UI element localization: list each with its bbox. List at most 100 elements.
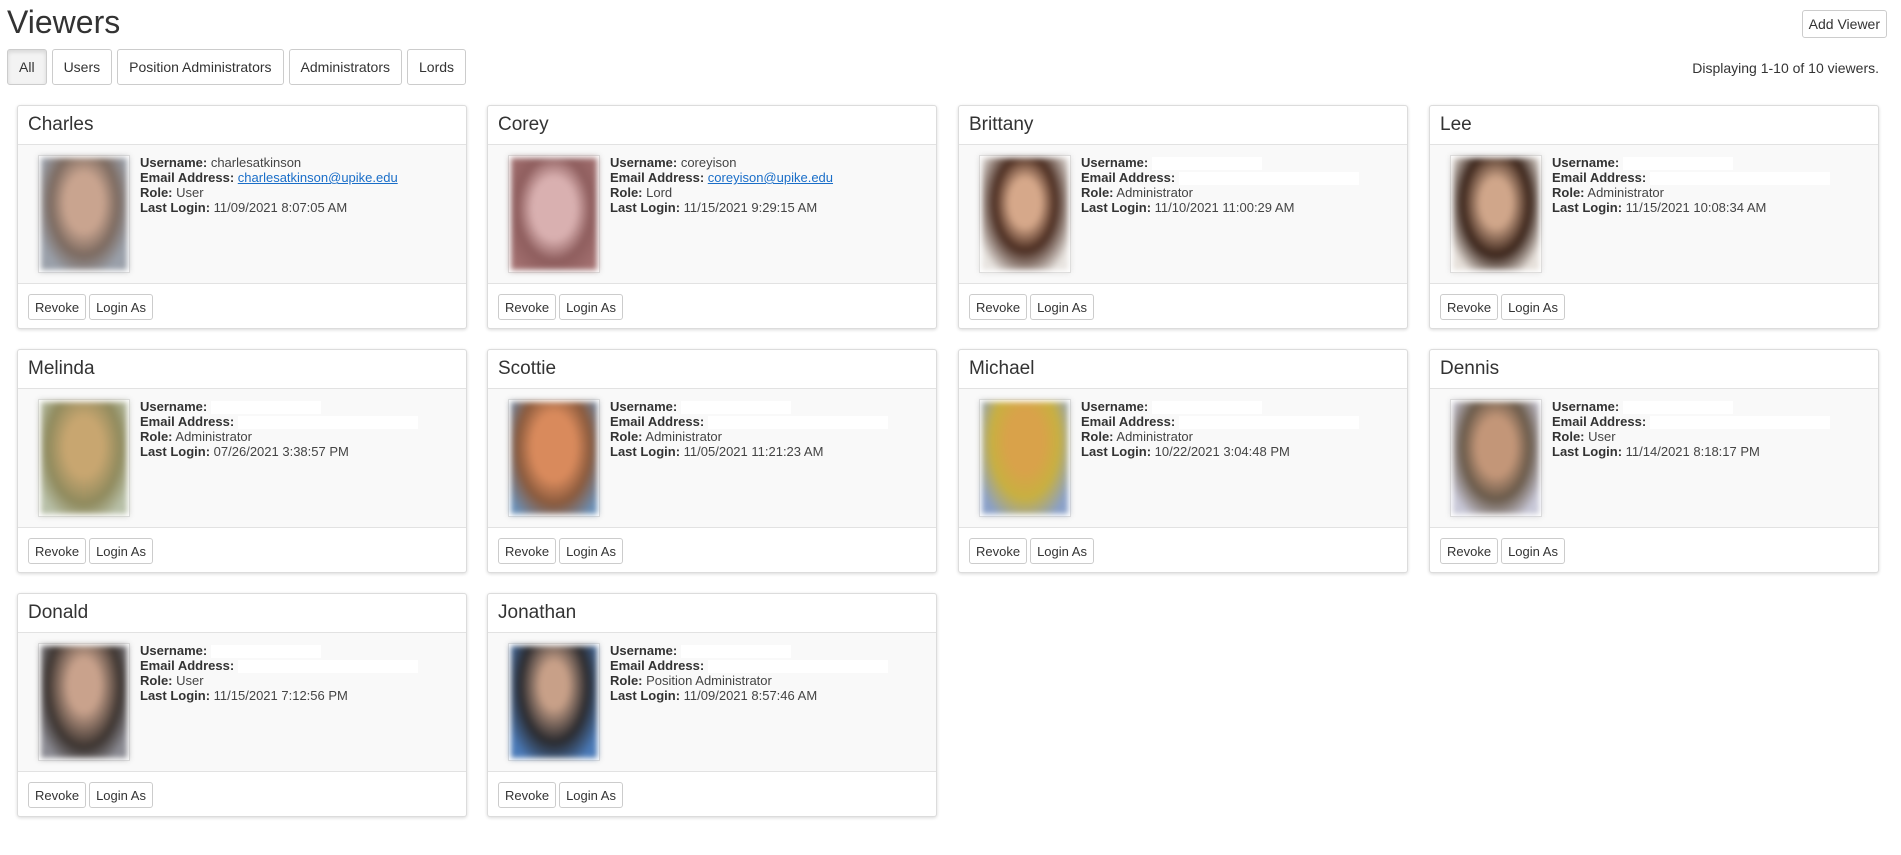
avatar bbox=[38, 399, 130, 517]
login-as-button[interactable]: Login As bbox=[1501, 294, 1565, 320]
viewer-actions: Revoke Login As bbox=[18, 284, 466, 328]
role-label: Role: bbox=[140, 429, 173, 445]
last-login-value: 11/09/2021 8:07:05 AM bbox=[213, 200, 348, 215]
filter-users-button[interactable]: Users bbox=[51, 49, 113, 85]
viewer-actions: Revoke Login As bbox=[18, 772, 466, 816]
login-as-button[interactable]: Login As bbox=[89, 782, 153, 808]
email-label: Email Address: bbox=[610, 414, 705, 430]
profile-photo bbox=[41, 402, 127, 514]
last-login-value: 11/14/2021 8:18:17 PM bbox=[1625, 444, 1760, 460]
email-label: Email Address: bbox=[1552, 170, 1647, 186]
revoke-button[interactable]: Revoke bbox=[969, 294, 1028, 320]
email-link[interactable]: charlesatkinson@upike.edu bbox=[238, 170, 398, 185]
last-login-label: Last Login: bbox=[610, 688, 681, 704]
viewer-name: Jonathan bbox=[488, 594, 936, 633]
viewer-card: Jonathan Username: Email Address: Role: … bbox=[487, 593, 937, 817]
login-as-button[interactable]: Login As bbox=[1030, 294, 1094, 320]
redacted-email bbox=[1178, 416, 1359, 430]
role-value: User bbox=[176, 185, 204, 200]
role-value: Lord bbox=[646, 185, 673, 200]
revoke-button[interactable]: Revoke bbox=[969, 538, 1028, 564]
redacted-username bbox=[680, 401, 791, 415]
email-label: Email Address: bbox=[140, 658, 235, 674]
username-label: Username: bbox=[140, 399, 208, 414]
revoke-button[interactable]: Revoke bbox=[498, 294, 557, 320]
last-login-value: 11/15/2021 7:12:56 PM bbox=[213, 688, 348, 704]
viewer-details: Username: Email Address: Role: User Last… bbox=[18, 633, 466, 772]
avatar bbox=[1450, 399, 1542, 517]
role-label: Role: bbox=[1552, 429, 1585, 445]
filter-administrators-button[interactable]: Administrators bbox=[288, 49, 402, 85]
profile-photo bbox=[511, 402, 597, 514]
role-value: Position Administrator bbox=[646, 673, 772, 689]
role-value: Administrator bbox=[1116, 429, 1193, 445]
page-title: Viewers bbox=[7, 4, 121, 40]
avatar bbox=[979, 155, 1071, 273]
revoke-button[interactable]: Revoke bbox=[498, 782, 557, 808]
revoke-button[interactable]: Revoke bbox=[1440, 538, 1499, 564]
redacted-email bbox=[237, 416, 418, 430]
avatar bbox=[508, 399, 600, 517]
username-label: Username: bbox=[610, 643, 678, 658]
viewer-name: Melinda bbox=[18, 350, 466, 389]
add-viewer-button[interactable]: Add Viewer bbox=[1801, 10, 1887, 38]
display-count: Displaying 1-10 of 10 viewers. bbox=[1692, 60, 1879, 76]
viewer-name: Scottie bbox=[488, 350, 936, 389]
login-as-button[interactable]: Login As bbox=[89, 538, 153, 564]
role-label: Role: bbox=[610, 673, 643, 689]
email-label: Email Address: bbox=[1081, 170, 1176, 186]
last-login-label: Last Login: bbox=[1081, 200, 1152, 216]
viewer-card: Lee Username: Email Address: Role: Admin… bbox=[1429, 105, 1879, 329]
email-label: Email Address: bbox=[1552, 414, 1647, 430]
viewer-card: Melinda Username: Email Address: Role: A… bbox=[17, 349, 467, 573]
login-as-button[interactable]: Login As bbox=[559, 538, 623, 564]
last-login-value: 11/10/2021 11:00:29 AM bbox=[1154, 200, 1295, 216]
last-login-label: Last Login: bbox=[1081, 444, 1152, 460]
viewer-card: Corey Username: coreyison Email Address:… bbox=[487, 105, 937, 329]
viewer-actions: Revoke Login As bbox=[488, 772, 936, 816]
last-login-value: 11/09/2021 8:57:46 AM bbox=[683, 688, 818, 704]
email-label: Email Address: bbox=[140, 414, 235, 430]
redacted-username bbox=[1151, 157, 1262, 171]
revoke-button[interactable]: Revoke bbox=[1440, 294, 1499, 320]
login-as-button[interactable]: Login As bbox=[89, 294, 153, 320]
profile-photo bbox=[511, 158, 597, 270]
email-link[interactable]: coreyison@upike.edu bbox=[708, 170, 833, 185]
viewer-card: Donald Username: Email Address: Role: Us… bbox=[17, 593, 467, 817]
username-label: Username: bbox=[1552, 399, 1620, 414]
role-label: Role: bbox=[1081, 429, 1114, 445]
filter-lords-button[interactable]: Lords bbox=[407, 49, 467, 85]
username-label: Username: bbox=[140, 643, 208, 658]
role-value: Administrator bbox=[1587, 185, 1664, 201]
role-label: Role: bbox=[1552, 185, 1585, 201]
viewer-actions: Revoke Login As bbox=[1430, 284, 1878, 328]
last-login-label: Last Login: bbox=[140, 688, 211, 704]
role-label: Role: bbox=[140, 185, 173, 200]
revoke-button[interactable]: Revoke bbox=[498, 538, 557, 564]
email-label: Email Address: bbox=[1081, 414, 1176, 430]
avatar bbox=[38, 155, 130, 273]
viewer-details: Username: Email Address: Role: Administr… bbox=[959, 389, 1407, 528]
role-value: Administrator bbox=[175, 429, 252, 445]
email-label: Email Address: bbox=[140, 170, 235, 185]
avatar bbox=[979, 399, 1071, 517]
login-as-button[interactable]: Login As bbox=[1501, 538, 1565, 564]
filter-all-button[interactable]: All bbox=[7, 49, 47, 85]
redacted-email bbox=[237, 660, 418, 674]
email-label: Email Address: bbox=[610, 170, 705, 185]
login-as-button[interactable]: Login As bbox=[559, 294, 623, 320]
filter-position-administrators-button[interactable]: Position Administrators bbox=[117, 49, 284, 85]
last-login-value: 11/15/2021 9:29:15 AM bbox=[683, 200, 818, 215]
viewer-card: Michael Username: Email Address: Role: A… bbox=[958, 349, 1408, 573]
revoke-button[interactable]: Revoke bbox=[28, 782, 87, 808]
login-as-button[interactable]: Login As bbox=[559, 782, 623, 808]
revoke-button[interactable]: Revoke bbox=[28, 294, 87, 320]
viewer-name: Brittany bbox=[959, 106, 1407, 145]
last-login-label: Last Login: bbox=[1552, 200, 1623, 216]
revoke-button[interactable]: Revoke bbox=[28, 538, 87, 564]
login-as-button[interactable]: Login As bbox=[1030, 538, 1094, 564]
redacted-email bbox=[707, 660, 888, 674]
last-login-label: Last Login: bbox=[610, 444, 681, 460]
last-login-label: Last Login: bbox=[1552, 444, 1623, 460]
viewer-card: Dennis Username: Email Address: Role: Us… bbox=[1429, 349, 1879, 573]
